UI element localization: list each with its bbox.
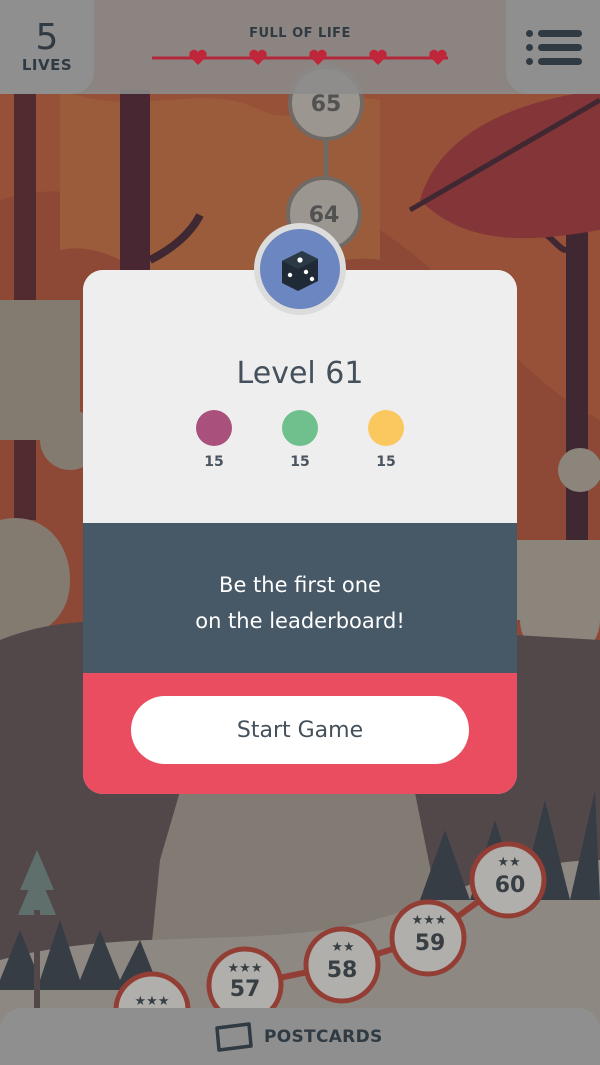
level-title: Level 61	[236, 356, 364, 391]
goal-count: 15	[376, 454, 396, 470]
menu-button[interactable]	[506, 0, 600, 94]
heart-icon	[369, 49, 387, 65]
level-node-59: 59 ★★★	[389, 899, 467, 977]
start-game-button[interactable]: Start Game	[131, 696, 469, 764]
svg-text:58: 58	[327, 958, 358, 983]
goal-color-dot	[282, 410, 318, 446]
heart-icon	[249, 49, 267, 65]
svg-text:60: 60	[495, 873, 526, 898]
level-node-58: 58 ★★	[303, 926, 381, 1004]
hearts-meter	[152, 49, 448, 65]
level-node-60: 60 ★★	[469, 841, 547, 919]
postcard-icon	[215, 1022, 253, 1052]
goal-color-dot	[196, 410, 232, 446]
postcards-label: POSTCARDS	[264, 1027, 383, 1047]
leaderboard-section: Be the first one on the leaderboard!	[83, 523, 517, 673]
lives-counter: 5 LIVES	[0, 0, 94, 94]
svg-text:★★★: ★★★	[412, 913, 447, 928]
svg-text:★★: ★★	[331, 940, 354, 955]
svg-text:★★★: ★★★	[228, 961, 263, 976]
goal-item: 15	[356, 410, 416, 470]
svg-text:★★★: ★★★	[135, 994, 170, 1009]
svg-text:65: 65	[311, 92, 342, 117]
goal-item: 15	[184, 410, 244, 470]
leaderboard-message-line2: on the leaderboard!	[195, 609, 405, 633]
leaderboard-message: Be the first one on the leaderboard!	[83, 567, 517, 639]
goal-color-dot	[368, 410, 404, 446]
postcards-bar[interactable]: POSTCARDS	[0, 1008, 600, 1065]
heart-icon	[429, 49, 447, 65]
top-bar: 5 LIVES FULL OF LIFE	[0, 0, 600, 94]
level-card: Level 61 15 15 15 Be the first one on th…	[83, 270, 517, 794]
level-badge	[254, 223, 346, 315]
goal-count: 15	[290, 454, 310, 470]
svg-text:57: 57	[230, 977, 261, 1002]
heart-icon	[189, 49, 207, 65]
leaderboard-message-line1: Be the first one	[219, 573, 381, 597]
svg-text:59: 59	[415, 931, 446, 956]
goal-item: 15	[270, 410, 330, 470]
start-section: Start Game	[83, 673, 517, 794]
lives-label: LIVES	[21, 56, 73, 74]
svg-text:★★: ★★	[497, 855, 520, 870]
goal-count: 15	[204, 454, 224, 470]
dice-icon	[282, 251, 318, 291]
heart-icon	[309, 49, 327, 65]
